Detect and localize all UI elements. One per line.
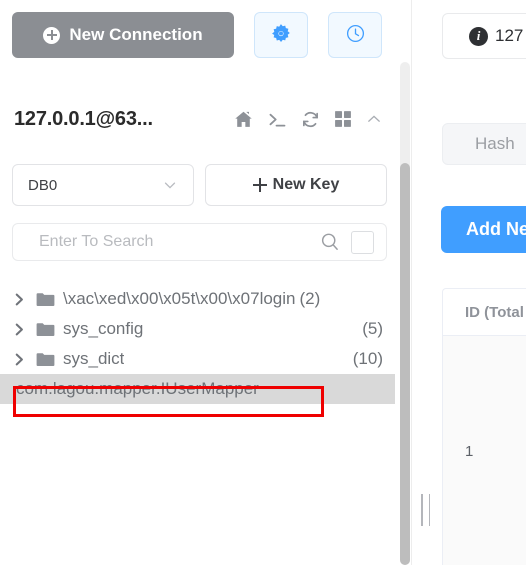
gear-icon [270,23,292,48]
key-info-bar: i 127 [442,13,526,59]
tree-row-count: (5) [362,319,383,338]
connection-title: 127.0.0.1@63... [14,107,153,130]
grid-icon[interactable] [333,109,353,129]
plus-circle-icon [43,26,61,44]
database-select[interactable]: DB0 [12,164,194,206]
tree-row-label: \xac\xed\x00\x05t\x00\x07login [63,289,296,308]
left-panel-scrollbar[interactable] [400,62,410,565]
chevron-right-icon[interactable] [14,323,27,336]
table-header: ID (Total [443,289,526,336]
info-icon: i [469,26,488,46]
tab-hash[interactable]: Hash [442,123,526,165]
search-icon[interactable] [319,231,341,253]
terminal-icon[interactable] [266,109,288,130]
settings-button[interactable] [254,12,308,58]
new-connection-label: New Connection [69,25,203,44]
tree-row[interactable]: sys_config (5) [0,314,395,344]
tree-row-label: sys_dict [63,349,125,368]
search-bar [12,223,387,261]
add-new-button[interactable]: Add Ne [441,206,526,253]
key-detail-panel: i 127 Hash Add Ne ID (Total 1 [437,0,526,565]
drag-handle-icon[interactable] [421,494,430,526]
chevron-down-icon [161,176,179,194]
table-column-header-id: ID (Total [465,303,524,321]
folder-icon [36,322,55,337]
history-button[interactable] [328,12,382,58]
new-key-button[interactable]: New Key [205,164,387,206]
new-key-label: New Key [272,176,340,193]
search-input[interactable] [37,232,319,252]
tree-row-label: com.lagou.mapper.IUserMapper [16,379,259,398]
tree-row[interactable]: sys_dict (10) [0,344,395,374]
key-tree: \xac\xed\x00\x05t\x00\x07login (2) sys_c… [0,284,395,404]
scrollbar-thumb[interactable] [400,163,410,565]
key-info-text: 127 [495,26,524,45]
table-cell-id: 1 [465,442,474,460]
home-icon[interactable] [233,109,254,130]
plus-icon [252,178,267,192]
tab-hash-label: Hash [475,134,515,153]
clock-icon [345,23,366,47]
folder-icon [36,352,55,367]
new-connection-button[interactable]: New Connection [12,12,234,58]
table-row[interactable]: 1 [443,336,526,565]
top-toolbar: New Connection [0,0,411,72]
refresh-icon[interactable] [300,109,321,130]
database-row: DB0 New Key [0,164,400,206]
connection-actions [233,109,383,130]
connection-header: 127.0.0.1@63... [0,96,400,142]
database-select-value: DB0 [28,176,58,194]
tree-row-count: (10) [352,349,383,368]
chevron-up-icon[interactable] [365,110,383,128]
chevron-right-icon[interactable] [14,293,27,306]
search-exact-checkbox[interactable] [351,230,374,254]
folder-icon [36,292,55,307]
tree-row-label: sys_config [63,319,144,338]
add-new-label: Add Ne [466,219,526,239]
key-browser-panel: New Connection 127.0.0.1@63... DB0 New K… [0,0,411,565]
tree-row[interactable]: \xac\xed\x00\x05t\x00\x07login (2) [0,284,395,314]
hash-data-table: ID (Total 1 [442,288,526,565]
chevron-right-icon[interactable] [14,353,27,366]
tree-row-count: (2) [299,289,321,308]
tree-row-selected[interactable]: com.lagou.mapper.IUserMapper [0,374,395,404]
panel-splitter[interactable] [411,0,439,565]
